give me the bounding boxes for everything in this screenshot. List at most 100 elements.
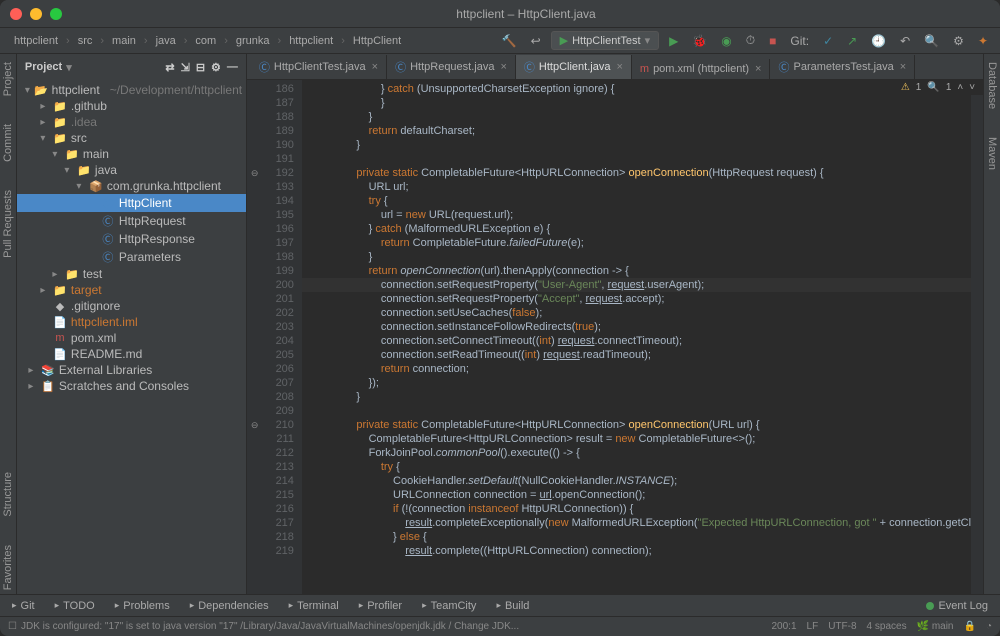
breadcrumb[interactable]: httpclient›src›main›java›com›grunka›http…: [8, 33, 407, 49]
tree-row[interactable]: ▾📁main: [17, 146, 246, 162]
breadcrumb-item[interactable]: httpclient: [283, 33, 339, 49]
close-tab-icon[interactable]: ×: [500, 61, 506, 73]
editor-tab[interactable]: mpom.xml (httpclient)×: [632, 59, 771, 79]
editor-tab[interactable]: ⒸParametersTest.java×: [770, 55, 915, 79]
bottom-tab[interactable]: ▸TODO: [47, 598, 103, 614]
git-label: Git:: [786, 32, 813, 50]
prev-config-icon[interactable]: ↩: [527, 32, 545, 50]
coverage-icon[interactable]: ◉: [717, 32, 735, 50]
indent[interactable]: 4 spaces: [867, 621, 907, 632]
editor-tab[interactable]: ⒸHttpRequest.java×: [387, 55, 516, 79]
bottom-tab[interactable]: ▸TeamCity: [414, 598, 484, 614]
tree-row[interactable]: 📄README.md: [17, 346, 246, 362]
expand-all-icon[interactable]: ⇲: [181, 61, 190, 74]
collapse-all-icon[interactable]: ⊟: [196, 61, 205, 74]
sidebar-header: Project ▾ ⇄ ⇲ ⊟ ⚙ —: [17, 54, 246, 80]
inspect-down-icon[interactable]: ˅: [969, 82, 975, 93]
sidebar-title[interactable]: Project: [25, 61, 62, 73]
tree-row[interactable]: ⒸHttpRequest: [17, 212, 246, 230]
close-window[interactable]: [10, 8, 22, 20]
memory-icon[interactable]: ◔: [986, 621, 992, 632]
project-tree[interactable]: ▾📂httpclient~/Development/httpclient▸📁.g…: [17, 80, 246, 594]
tree-row[interactable]: ▸📁.github: [17, 98, 246, 114]
sidebar-settings-icon[interactable]: ⚙: [211, 61, 221, 74]
commit-tool-tab[interactable]: Commit: [2, 120, 14, 166]
code-content[interactable]: } catch (UnsupportedCharsetException ign…: [302, 80, 971, 594]
bottom-tab[interactable]: ▸Dependencies: [182, 598, 277, 614]
breadcrumb-item[interactable]: src: [72, 33, 99, 49]
inspection-bar[interactable]: ⚠ 1 🔍 1 ˄ ˅: [893, 80, 983, 95]
breadcrumb-item[interactable]: com: [189, 33, 222, 49]
right-tool-gutter: Database Maven: [983, 54, 1000, 594]
error-strip[interactable]: [971, 80, 983, 594]
code-editor[interactable]: 186187188189190191192⊖193194195196197198…: [247, 80, 983, 594]
tree-row[interactable]: ⒸParameters: [17, 248, 246, 266]
stop-icon[interactable]: ■: [765, 32, 780, 50]
inspect-up-icon[interactable]: ˄: [957, 82, 963, 93]
tree-row[interactable]: ▸📁target: [17, 282, 246, 298]
tree-row[interactable]: ▾📂httpclient~/Development/httpclient: [17, 82, 246, 98]
project-tool-tab[interactable]: Project: [2, 58, 14, 100]
build-icon[interactable]: 🔨: [498, 32, 521, 50]
tree-row[interactable]: ▸📚External Libraries: [17, 362, 246, 378]
close-tab-icon[interactable]: ×: [616, 61, 622, 73]
hide-sidebar-icon[interactable]: —: [227, 61, 238, 74]
run-icon[interactable]: ▶: [665, 32, 682, 50]
tree-row[interactable]: ▾📁src: [17, 130, 246, 146]
tree-row[interactable]: ▾📦com.grunka.httpclient: [17, 178, 246, 194]
git-revert-icon[interactable]: ↶: [896, 32, 914, 50]
select-opened-icon[interactable]: ⇄: [165, 61, 174, 74]
settings-icon[interactable]: ⚙: [949, 32, 968, 50]
run-config-selector[interactable]: ▶HttpClientTest▾: [551, 31, 659, 50]
tree-row[interactable]: ▸📁test: [17, 266, 246, 282]
ide-updates-icon[interactable]: ✦: [974, 32, 992, 50]
close-tab-icon[interactable]: ×: [900, 61, 906, 73]
bottom-tab[interactable]: ▸Profiler: [351, 598, 410, 614]
editor-tab[interactable]: ⒸHttpClientTest.java×: [251, 55, 387, 79]
close-tab-icon[interactable]: ×: [372, 61, 378, 73]
git-commit-icon[interactable]: ↗: [843, 32, 861, 50]
window-controls: [10, 8, 62, 20]
database-tool-tab[interactable]: Database: [986, 58, 998, 113]
debug-icon[interactable]: 🐞: [688, 32, 711, 50]
git-history-icon[interactable]: 🕘: [867, 32, 890, 50]
editor-tab[interactable]: ⒸHttpClient.java×: [516, 55, 632, 79]
profile-icon[interactable]: ⏱: [742, 31, 759, 50]
breadcrumb-item[interactable]: java: [150, 33, 182, 49]
bottom-tab[interactable]: ▸Problems: [107, 598, 178, 614]
tree-row[interactable]: ⒸHttpResponse: [17, 230, 246, 248]
lock-icon[interactable]: 🔒: [964, 621, 976, 632]
tree-row[interactable]: ▸📁.idea: [17, 114, 246, 130]
pullreq-tool-tab[interactable]: Pull Requests: [2, 186, 14, 262]
event-log-tab[interactable]: Event Log: [918, 598, 996, 614]
status-message[interactable]: JDK is configured: "17" is set to java v…: [21, 621, 519, 632]
bottom-tab[interactable]: ▸Build: [488, 598, 537, 614]
tree-row[interactable]: ◆.gitignore: [17, 298, 246, 314]
bottom-tool-tabs: ▸Git▸TODO▸Problems▸Dependencies▸Terminal…: [0, 594, 1000, 616]
maximize-window[interactable]: [50, 8, 62, 20]
line-gutter[interactable]: 186187188189190191192⊖193194195196197198…: [247, 80, 302, 594]
breadcrumb-item[interactable]: grunka: [230, 33, 276, 49]
maven-tool-tab[interactable]: Maven: [986, 133, 998, 174]
caret-position[interactable]: 200:1: [772, 621, 797, 632]
tree-row[interactable]: ▸📋Scratches and Consoles: [17, 378, 246, 394]
minimize-window[interactable]: [30, 8, 42, 20]
main-toolbar: httpclient›src›main›java›com›grunka›http…: [0, 28, 1000, 54]
tree-row[interactable]: ▾📁java: [17, 162, 246, 178]
close-tab-icon[interactable]: ×: [755, 63, 761, 75]
git-branch[interactable]: 🌿 main: [917, 621, 954, 632]
tree-row[interactable]: mpom.xml: [17, 330, 246, 346]
search-icon[interactable]: 🔍: [920, 32, 943, 50]
breadcrumb-item[interactable]: main: [106, 33, 142, 49]
favorites-tool-tab[interactable]: Favorites: [2, 541, 14, 594]
bottom-tab[interactable]: ▸Terminal: [281, 598, 347, 614]
encoding[interactable]: UTF-8: [828, 621, 856, 632]
tree-row[interactable]: ⒸHttpClient: [17, 194, 246, 212]
git-update-icon[interactable]: ✓: [819, 32, 837, 50]
breadcrumb-item[interactable]: httpclient: [8, 33, 64, 49]
structure-tool-tab[interactable]: Structure: [2, 468, 14, 521]
tree-row[interactable]: 📄httpclient.iml: [17, 314, 246, 330]
breadcrumb-item[interactable]: HttpClient: [347, 33, 407, 49]
line-sep[interactable]: LF: [807, 621, 819, 632]
bottom-tab[interactable]: ▸Git: [4, 598, 43, 614]
